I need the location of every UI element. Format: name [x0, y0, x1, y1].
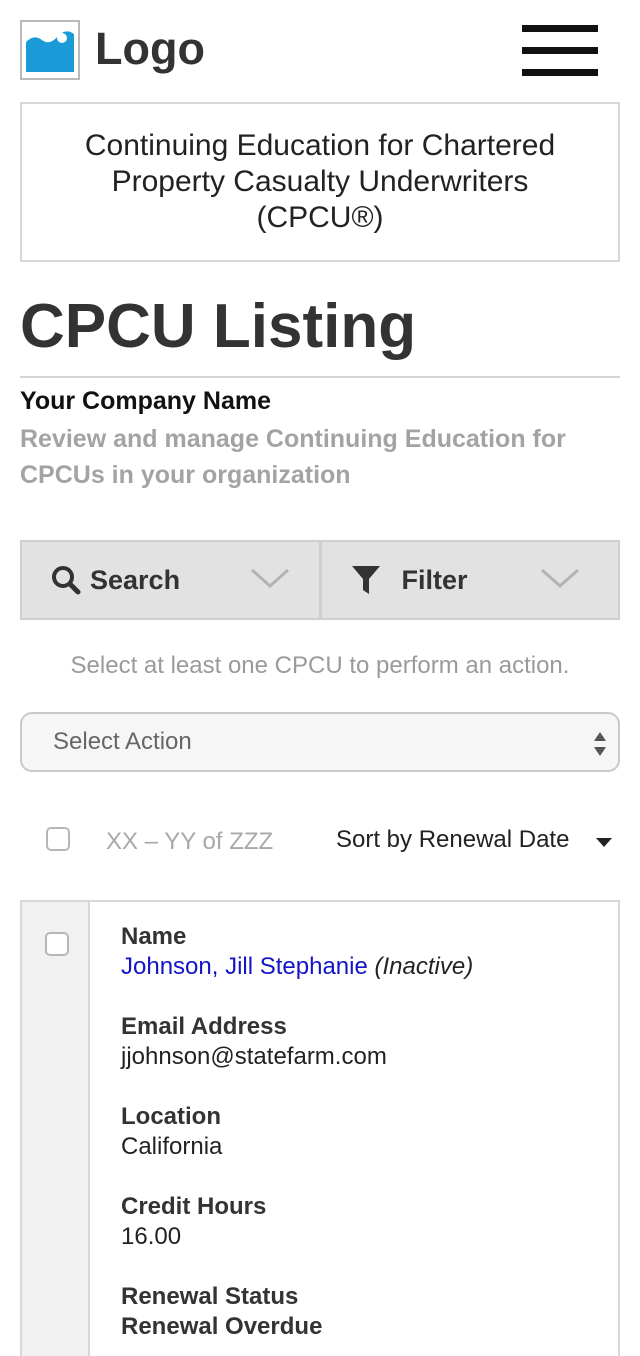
name-field: Name Johnson, Jill Stephanie (Inactive)	[121, 922, 473, 982]
record-name-link[interactable]: Johnson, Jill Stephanie	[121, 953, 368, 980]
renewal-status-value: Renewal Overdue	[121, 1313, 323, 1340]
logo-text[interactable]: Logo	[95, 24, 205, 74]
location-label: Location	[121, 1103, 221, 1130]
search-label: Search	[90, 564, 181, 595]
page-title: CPCU Listing	[20, 292, 417, 361]
action-select[interactable]: Select Action	[20, 712, 620, 772]
chevron-down-icon	[251, 568, 289, 589]
filter-label: Filter	[401, 564, 468, 595]
hamburger-menu-icon[interactable]	[522, 25, 600, 77]
filter-toggle[interactable]: Filter	[318, 542, 619, 618]
updown-arrows-icon	[594, 732, 606, 756]
email-label: Email Address	[121, 1013, 287, 1040]
record-checkbox[interactable]	[45, 932, 69, 956]
search-filter-bar: Search Filter	[20, 540, 620, 620]
program-banner: Continuing Education for Chartered Prope…	[20, 102, 620, 262]
page-description: Review and manage Continuing Education f…	[20, 425, 566, 489]
action-select-value: Select Action	[53, 728, 192, 755]
email-field: Email Address jjohnson@statefarm.com	[121, 1012, 387, 1072]
company-name: Your Company Name	[20, 387, 271, 415]
name-label: Name	[121, 923, 187, 950]
location-value: California	[121, 1133, 223, 1160]
location-field: Location California	[121, 1102, 222, 1162]
credit-hours-field: Credit Hours 16.00	[121, 1192, 266, 1252]
action-hint: Select at least one CPCU to perform an a…	[70, 652, 570, 679]
renewal-status-field: Renewal Status Renewal Overdue	[121, 1282, 322, 1342]
chevron-down-icon	[540, 568, 579, 589]
select-all-checkbox[interactable]	[46, 827, 70, 851]
email-value: jjohnson@statefarm.com	[121, 1043, 387, 1070]
credit-hours-value: 16.00	[121, 1223, 182, 1250]
site-header: Logo	[20, 18, 600, 82]
program-title: Continuing Education for Chartered Prope…	[84, 129, 556, 234]
credit-hours-label: Credit Hours	[121, 1193, 267, 1220]
record-status-note: (Inactive)	[374, 953, 474, 980]
image-icon	[20, 20, 80, 80]
title-divider	[20, 376, 620, 378]
search-toggle[interactable]: Search	[22, 542, 319, 618]
filter-icon	[351, 566, 380, 594]
cpcu-record-card: Name Johnson, Jill Stephanie (Inactive) …	[20, 900, 620, 1356]
sort-select[interactable]: Sort by Renewal Date	[336, 826, 569, 854]
page: Logo Continuing Education for Chartered …	[0, 0, 640, 1356]
record-select-column	[22, 902, 90, 1356]
result-range: XX – YY of ZZZ	[106, 828, 274, 855]
search-icon	[52, 566, 81, 595]
renewal-status-label: Renewal Status	[121, 1283, 299, 1310]
caret-down-icon[interactable]	[594, 836, 614, 848]
